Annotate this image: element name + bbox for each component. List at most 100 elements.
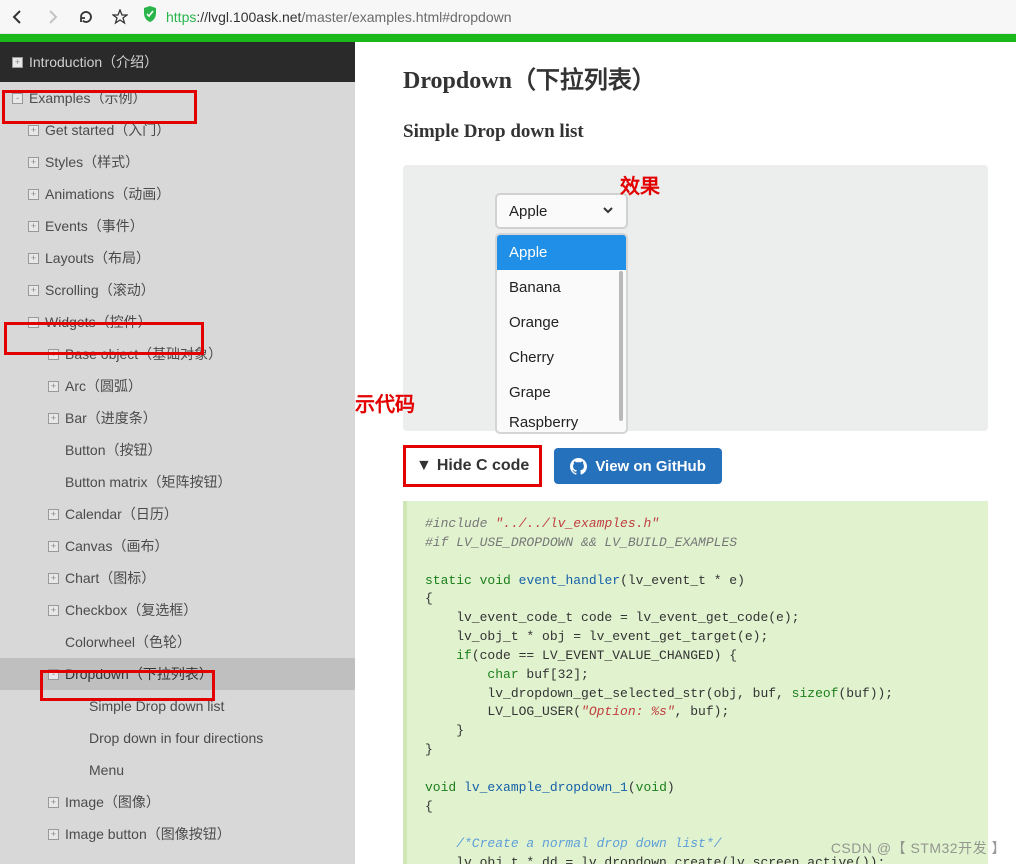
dropdown-list[interactable]: AppleBananaOrangeCherryGrapeRaspberry: [495, 233, 628, 434]
expand-icon[interactable]: +: [48, 829, 59, 840]
expand-icon[interactable]: +: [48, 413, 59, 424]
expand-icon[interactable]: +: [48, 541, 59, 552]
tree-spacer: [72, 701, 83, 712]
collapse-icon[interactable]: -: [28, 317, 39, 328]
collapse-icon[interactable]: -: [12, 93, 23, 104]
expand-icon[interactable]: +: [28, 189, 39, 200]
sidebar-item-0[interactable]: + Introduction（介绍）: [0, 42, 355, 82]
expand-icon[interactable]: +: [48, 509, 59, 520]
expand-icon[interactable]: +: [48, 573, 59, 584]
url-text: https://lvgl.100ask.net/master/examples.…: [166, 9, 512, 25]
sidebar-item-11[interactable]: + Bar（进度条）: [0, 402, 355, 434]
button-row: ▼ Hide C code View on GitHub: [403, 445, 988, 487]
sidebar-item-5[interactable]: + Events（事件）: [0, 210, 355, 242]
annotation-effect: 效果: [620, 170, 660, 199]
sidebar-item-label: Simple Drop down list: [89, 698, 224, 714]
expand-icon[interactable]: +: [12, 57, 23, 68]
expand-icon[interactable]: +: [48, 797, 59, 808]
dropdown-closed[interactable]: Apple: [495, 193, 628, 229]
code-block: #include "../../lv_examples.h" #if LV_US…: [403, 501, 988, 864]
sidebar-item-label: Image button（图像按钮）: [65, 824, 231, 844]
sidebar-item-label: Image（图像）: [65, 792, 160, 812]
sidebar-item-24[interactable]: + Image button（图像按钮）: [0, 818, 355, 850]
expand-icon[interactable]: +: [28, 253, 39, 264]
sidebar-item-19[interactable]: -Dropdown（下拉列表）: [0, 658, 355, 690]
hide-code-highlight: ▼ Hide C code: [403, 445, 542, 487]
back-button[interactable]: [6, 5, 30, 29]
bookmark-button[interactable]: [108, 5, 132, 29]
sidebar-item-label: Scrolling（滚动）: [45, 280, 155, 300]
expand-icon[interactable]: +: [48, 381, 59, 392]
sidebar-item-1[interactable]: -Examples（示例）: [0, 82, 355, 114]
sidebar-item-20[interactable]: Simple Drop down list: [0, 690, 355, 722]
sidebar-item-21[interactable]: Drop down in four directions: [0, 722, 355, 754]
sidebar-item-label: Calendar（日历）: [65, 504, 178, 524]
reload-button[interactable]: [74, 5, 98, 29]
sidebar-item-2[interactable]: + Get started（入门）: [0, 114, 355, 146]
sidebar-item-label: Base object（基础对象）: [65, 344, 222, 364]
sidebar-item-9[interactable]: + Base object（基础对象）: [0, 338, 355, 370]
github-label: View on GitHub: [595, 458, 706, 475]
sidebar-item-3[interactable]: + Styles（样式）: [0, 146, 355, 178]
sidebar-item-label: Button（按钮）: [65, 440, 161, 460]
sidebar-item-label: Button matrix（矩阵按钮）: [65, 472, 231, 492]
sidebar-item-12[interactable]: Button（按钮）: [0, 434, 355, 466]
expand-icon[interactable]: +: [28, 221, 39, 232]
tree-spacer: [72, 733, 83, 744]
sidebar-item-8[interactable]: -Widgets（控件）: [0, 306, 355, 338]
dropdown-option[interactable]: Grape: [497, 375, 626, 410]
sidebar-item-13[interactable]: Button matrix（矩阵按钮）: [0, 466, 355, 498]
sidebar-item-10[interactable]: + Arc（圆弧）: [0, 370, 355, 402]
sidebar-item-label: Arc（圆弧）: [65, 376, 142, 396]
sidebar-item-label: Canvas（画布）: [65, 536, 168, 556]
tree-spacer: [48, 445, 59, 456]
sidebar-item-label: Bar（进度条）: [65, 408, 157, 428]
sidebar-item-7[interactable]: + Scrolling（滚动）: [0, 274, 355, 306]
collapse-icon[interactable]: -: [48, 669, 59, 680]
forward-button[interactable]: [40, 5, 64, 29]
dropdown-option[interactable]: Orange: [497, 305, 626, 340]
sidebar-item-label: Get started（入门）: [45, 120, 170, 140]
expand-icon[interactable]: +: [28, 285, 39, 296]
sidebar-item-label: Drop down in four directions: [89, 730, 263, 746]
sidebar-item-label: Checkbox（复选框）: [65, 600, 197, 620]
tree-spacer: [48, 477, 59, 488]
sidebar-item-label: Widgets（控件）: [45, 312, 152, 332]
sidebar-item-6[interactable]: + Layouts（布局）: [0, 242, 355, 274]
sidebar-item-22[interactable]: Menu: [0, 754, 355, 786]
dropdown-option[interactable]: Cherry: [497, 340, 626, 375]
hide-code-button[interactable]: ▼ Hide C code: [406, 448, 539, 484]
view-github-button[interactable]: View on GitHub: [554, 448, 722, 484]
dropdown-option[interactable]: Raspberry: [497, 410, 626, 432]
section-title: Simple Drop down list: [403, 121, 988, 143]
expand-icon[interactable]: +: [28, 125, 39, 136]
sidebar-item-label: Chart（图标）: [65, 568, 155, 588]
expand-icon[interactable]: +: [28, 157, 39, 168]
address-bar[interactable]: https://lvgl.100ask.net/master/examples.…: [142, 5, 1010, 28]
dropdown-option[interactable]: Banana: [497, 270, 626, 305]
scrollbar[interactable]: [619, 271, 623, 421]
sidebar-item-label: Menu: [89, 762, 124, 778]
sidebar-item-label: Layouts（布局）: [45, 248, 150, 268]
sidebar-item-label: Styles（样式）: [45, 152, 139, 172]
page-title: Dropdown（下拉列表）: [403, 60, 988, 95]
sidebar-item-23[interactable]: + Image（图像）: [0, 786, 355, 818]
triangle-down-icon: ▼: [416, 457, 432, 475]
expand-icon[interactable]: +: [48, 349, 59, 360]
sidebar: + Introduction（介绍） -Examples（示例） + Get start…: [0, 42, 355, 864]
shield-icon: [142, 5, 158, 28]
dropdown-option[interactable]: Apple: [497, 235, 626, 270]
sidebar-item-18[interactable]: Colorwheel（色轮）: [0, 626, 355, 658]
demo-panel: Apple AppleBananaOrangeCherryGrapeRaspbe…: [403, 165, 988, 431]
browser-toolbar: https://lvgl.100ask.net/master/examples.…: [0, 0, 1016, 34]
sidebar-item-label: Introduction（介绍）: [29, 52, 158, 72]
tree-spacer: [72, 765, 83, 776]
sidebar-item-17[interactable]: + Checkbox（复选框）: [0, 594, 355, 626]
sidebar-item-4[interactable]: + Animations（动画）: [0, 178, 355, 210]
sidebar-item-15[interactable]: + Canvas（画布）: [0, 530, 355, 562]
sidebar-item-label: Events（事件）: [45, 216, 144, 236]
sidebar-item-16[interactable]: + Chart（图标）: [0, 562, 355, 594]
sidebar-item-14[interactable]: + Calendar（日历）: [0, 498, 355, 530]
sidebar-item-label: Animations（动画）: [45, 184, 170, 204]
expand-icon[interactable]: +: [48, 605, 59, 616]
